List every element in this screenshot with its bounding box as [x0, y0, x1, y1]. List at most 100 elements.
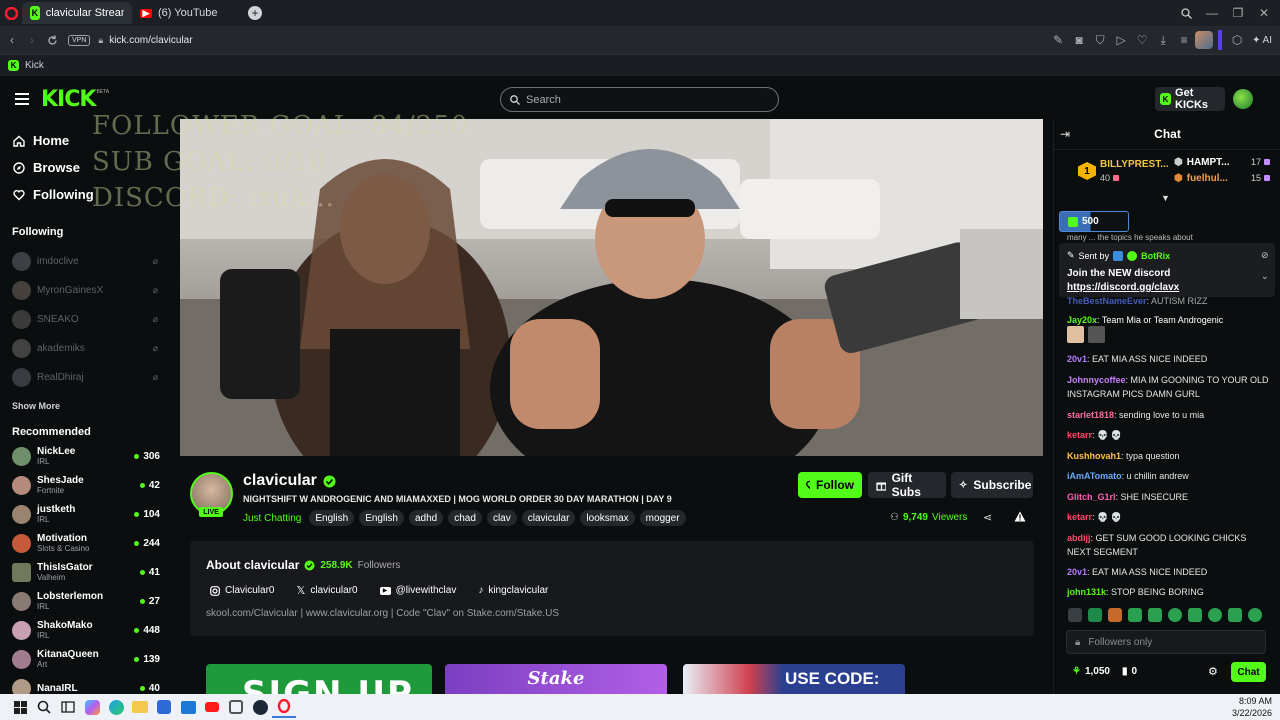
user-avatar[interactable]	[1233, 89, 1253, 109]
tab-youtube[interactable]: ▶ (6) YouTube	[132, 2, 242, 24]
chat-username[interactable]: abdijj	[1067, 533, 1091, 543]
opera-app-icon[interactable]	[272, 696, 296, 718]
opera-icon[interactable]	[0, 2, 22, 24]
back-icon[interactable]: ‹	[2, 30, 22, 50]
tag[interactable]: mogger	[639, 510, 686, 526]
outlook-icon[interactable]	[176, 696, 200, 718]
ai-button[interactable]: ✦ AI	[1248, 35, 1276, 46]
following-item[interactable]: akademiks ⌀	[0, 334, 170, 363]
recommended-item[interactable]: justketh IRL 104	[0, 500, 170, 529]
maximize-button[interactable]: ❐	[1226, 3, 1250, 23]
follow-button[interactable]: Follow	[798, 472, 862, 498]
tag[interactable]: English	[359, 510, 404, 526]
chat-send-button[interactable]: Chat	[1231, 662, 1266, 682]
minimize-button[interactable]: —	[1200, 3, 1224, 23]
pinned-message[interactable]: ✎ Sent by BotRix ⊘ Join the NEW discord …	[1059, 243, 1275, 297]
show-more-link[interactable]: Show More	[0, 396, 170, 416]
kicks-balance[interactable]: ⚘ 1,050	[1072, 666, 1110, 677]
tag[interactable]: clavicular	[521, 510, 576, 526]
unpin-icon[interactable]: ⊘	[1261, 250, 1269, 261]
search-icon[interactable]	[32, 696, 56, 718]
youtube-app-icon[interactable]	[200, 696, 224, 718]
recommended-item[interactable]: Lobsterlemon IRL 27	[0, 587, 170, 616]
tag[interactable]: English	[309, 510, 355, 526]
chat-username[interactable]: Jay20x	[1067, 315, 1097, 325]
cube-icon[interactable]: ⬡	[1227, 30, 1247, 50]
share-icon[interactable]: ⋖	[983, 511, 992, 524]
store-icon[interactable]	[152, 696, 176, 718]
recommended-item[interactable]: ShesJade Fortnite 42	[0, 471, 170, 500]
hamburger-menu-icon[interactable]	[15, 93, 29, 105]
play-icon[interactable]: ▷	[1111, 30, 1131, 50]
leaderboard-name[interactable]: HAMPT...	[1187, 157, 1230, 168]
new-tab-button[interactable]: +	[248, 6, 262, 20]
recommended-item[interactable]: KitanaQueen Art 139	[0, 645, 170, 674]
following-item[interactable]: MyronGainesX ⌀	[0, 276, 170, 305]
download-icon[interactable]: ⤓	[1153, 30, 1173, 50]
reload-icon[interactable]	[42, 30, 62, 50]
shield-icon[interactable]: ⛉	[1090, 30, 1110, 50]
search-input[interactable]: Search	[500, 87, 779, 112]
emote-icon[interactable]	[1148, 608, 1162, 622]
recommended-item[interactable]: NickLee IRL 306	[0, 442, 170, 471]
about-links[interactable]: skool.com/Clavicular | www.clavicular.or…	[206, 608, 559, 619]
chat-username[interactable]: Glitch_G1rl	[1067, 492, 1116, 502]
channel-name[interactable]: clavicular	[243, 472, 317, 490]
file-explorer-icon[interactable]	[128, 696, 152, 718]
social-youtube[interactable]: ▶ @livewithclav	[379, 585, 456, 596]
emote-icon[interactable]	[1068, 608, 1082, 622]
tag[interactable]: looksmax	[580, 510, 635, 526]
snipping-tool-icon[interactable]	[224, 696, 248, 718]
panel-signup[interactable]: SIGN UP	[206, 664, 432, 694]
following-item[interactable]: RealDhiraj ⌀	[0, 363, 170, 392]
pinned-link[interactable]: https://discord.gg/clavx	[1067, 282, 1179, 293]
kicks-progress[interactable]: 500	[1059, 211, 1129, 232]
leaderboard-name[interactable]: fuelhul...	[1187, 173, 1228, 184]
tag[interactable]: chad	[448, 510, 482, 526]
recommended-item[interactable]: NanaIRL 40	[0, 674, 170, 694]
menu-lines-icon[interactable]: ≡	[1174, 30, 1194, 50]
chat-username[interactable]: ketarr	[1067, 430, 1092, 440]
emote-icon[interactable]	[1088, 608, 1102, 622]
social-x[interactable]: 𝕏 clavicular0	[296, 584, 357, 597]
emote-icon[interactable]	[1248, 608, 1262, 622]
vpn-badge[interactable]: VPN	[68, 34, 91, 46]
chat-username[interactable]: 20v1	[1067, 567, 1087, 577]
chat-username[interactable]: john131k	[1067, 587, 1106, 597]
chat-username[interactable]: 20v1	[1067, 354, 1087, 364]
expand-leaderboard-icon[interactable]: ▼	[1161, 193, 1170, 203]
copilot-icon[interactable]	[80, 696, 104, 718]
steam-icon[interactable]	[248, 696, 272, 718]
get-kicks-button[interactable]: K Get KICKs	[1155, 87, 1225, 111]
panel-code[interactable]: USE CODE:	[683, 664, 905, 694]
tag[interactable]: clav	[486, 510, 517, 526]
tab-kick[interactable]: K clavicular Stream - W...	[22, 2, 132, 24]
task-view-icon[interactable]	[56, 696, 80, 718]
following-item[interactable]: SNEAKO ⌀	[0, 305, 170, 334]
forward-icon[interactable]: ›	[22, 30, 42, 50]
chat-input[interactable]: 🔒︎ Followers only	[1066, 630, 1266, 654]
emote-icon[interactable]	[1108, 608, 1122, 622]
subscribe-button[interactable]: ✧ Subscribe	[951, 472, 1033, 498]
close-window-button[interactable]: ✕	[1252, 3, 1276, 23]
gift-subs-button[interactable]: Gift Subs	[868, 471, 946, 499]
category-link[interactable]: Just Chatting	[243, 513, 301, 524]
clock[interactable]: 8:09 AM 3/22/2026	[1232, 695, 1272, 719]
chat-username[interactable]: ketarr	[1067, 512, 1092, 522]
emote-icon[interactable]	[1208, 608, 1222, 622]
social-tiktok[interactable]: ♪ kingclavicular	[478, 585, 548, 596]
chat-username[interactable]: Johnnycoffee	[1067, 375, 1126, 385]
emote-icon[interactable]	[1188, 608, 1202, 622]
chat-username[interactable]: starlet1818	[1067, 410, 1114, 420]
following-item[interactable]: imdoclive ⌀	[0, 247, 170, 276]
emote-icon[interactable]	[1128, 608, 1142, 622]
recommended-item[interactable]: Motivation Slots & Casino 244	[0, 529, 170, 558]
recommended-item[interactable]: ShakoMako IRL 448	[0, 616, 170, 645]
camera-icon[interactable]: ◙	[1069, 30, 1089, 50]
emote-icon[interactable]	[1168, 608, 1182, 622]
profile-avatar[interactable]	[1195, 31, 1214, 49]
chat-username[interactable]: Kushhovah1	[1067, 451, 1121, 461]
url-field[interactable]: kick.com/clavicular	[109, 35, 192, 46]
tag[interactable]: adhd	[409, 510, 444, 526]
panel-stake[interactable]: Stake	[445, 664, 667, 694]
